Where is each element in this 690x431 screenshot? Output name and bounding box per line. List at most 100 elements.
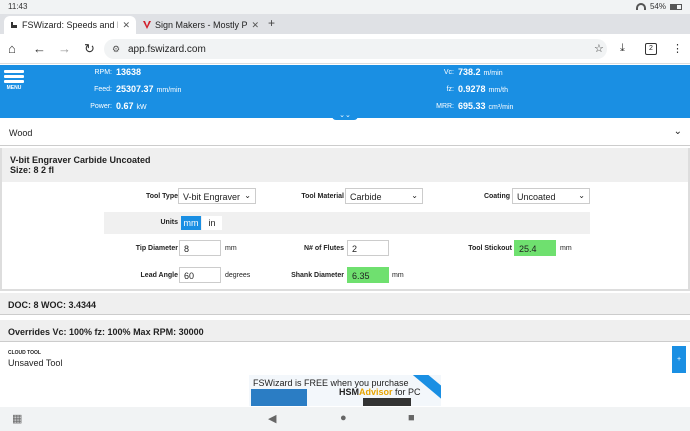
- tool-material-select[interactable]: Carbide ⌄: [345, 188, 423, 204]
- lead-angle-unit: degrees: [225, 272, 251, 279]
- power-label: Power:: [90, 103, 112, 110]
- vc-unit: m/min: [483, 70, 503, 77]
- feed-label: Feed:: [94, 86, 112, 93]
- promo-screenshot: [363, 398, 411, 406]
- fswizard-favicon-icon: [11, 22, 17, 28]
- material-value: Wood: [9, 128, 33, 138]
- tab-sign-makers[interactable]: Sign Makers - Mostly Printed ✕: [137, 16, 265, 34]
- tool-title: V-bit Engraver Carbide Uncoated: [10, 155, 151, 165]
- menu-button[interactable]: MENU: [4, 70, 24, 91]
- feed-unit: mm/min: [156, 87, 182, 94]
- browser-toolbar: ⌂ ← → ↻ ⚙ app.fswizard.com ☆ ⤓ 2 ⋮: [0, 34, 690, 64]
- shank-diameter-label: Shank Diameter: [291, 272, 344, 279]
- stickout-label: Tool Stickout: [468, 245, 512, 252]
- promo-brand-a: HSM: [339, 387, 359, 397]
- tab-close-icon[interactable]: ✕: [251, 20, 259, 31]
- tab-switcher-button[interactable]: 2: [645, 43, 657, 55]
- lead-angle-label: Lead Angle: [140, 272, 178, 279]
- menu-label: MENU: [6, 85, 22, 91]
- tool-size: Size: 8 2 fl: [10, 165, 55, 175]
- hamburger-icon-bar: [4, 80, 24, 83]
- stickout-input[interactable]: 25.4: [514, 240, 556, 256]
- tab-fswizard[interactable]: FSWizard: Speeds and Feeds ✕: [4, 16, 136, 34]
- clock: 11:43: [8, 2, 28, 11]
- stickout-unit: mm: [560, 245, 572, 252]
- overrides-panel[interactable]: Overrides Vc: 100% fz: 100% Max RPM: 300…: [0, 320, 690, 342]
- nav-recents-icon[interactable]: ■: [408, 412, 415, 424]
- tip-diameter-label: Tip Diameter: [135, 245, 178, 252]
- lead-angle-input[interactable]: 60: [179, 267, 221, 283]
- reload-icon[interactable]: ↻: [84, 41, 95, 57]
- battery-icon: [670, 3, 682, 10]
- tip-diameter-unit: mm: [225, 245, 237, 252]
- cloud-tool-value: Unsaved Tool: [8, 358, 63, 368]
- tool-type-select[interactable]: V-bit Engraver ⌄: [178, 188, 256, 204]
- flutes-label: N# of Flutes: [303, 245, 344, 252]
- material-select[interactable]: Wood ⌄: [0, 120, 690, 146]
- promo-screenshot: [251, 389, 307, 406]
- expand-header-button[interactable]: ⌄⌄: [332, 112, 358, 120]
- feed-value: 25307.37 mm/min: [116, 84, 181, 94]
- fz-number: 0.9278: [458, 84, 486, 94]
- promo-banner[interactable]: FSWizard is FREE when you purchase HSMAd…: [249, 375, 441, 406]
- nav-back-icon[interactable]: ◀: [268, 412, 276, 425]
- vc-value: 738.2 m/min: [458, 67, 503, 77]
- home-icon[interactable]: ⌂: [8, 41, 16, 56]
- promo-brand: HSMAdvisor for PC: [339, 387, 421, 397]
- mrr-label: MRR:: [436, 103, 454, 110]
- wifi-icon: [635, 3, 646, 10]
- mrr-unit: cm³/min: [488, 104, 514, 111]
- tab-close-icon[interactable]: ✕: [122, 20, 130, 31]
- units-label: Units: [160, 219, 179, 226]
- hamburger-icon: [4, 70, 24, 73]
- system-nav-bar: ▦ ◀ ● ■: [0, 407, 690, 431]
- feed-number: 25307.37: [116, 84, 154, 94]
- fz-unit: mm/th: [488, 87, 508, 94]
- back-icon[interactable]: ←: [33, 41, 46, 56]
- rpm-label: RPM:: [94, 69, 113, 76]
- new-tab-icon[interactable]: +: [268, 16, 275, 30]
- site-settings-icon[interactable]: ⚙: [112, 44, 120, 55]
- cloud-tool-button[interactable]: +: [672, 346, 686, 373]
- chevron-down-icon: ⌄: [673, 126, 682, 137]
- coating-select[interactable]: Uncoated ⌄: [512, 188, 590, 204]
- nav-home-icon[interactable]: ●: [340, 412, 347, 424]
- tip-diameter-input[interactable]: 8: [179, 240, 221, 256]
- cloud-tool-field[interactable]: CLOUD TOOL Unsaved Tool +: [0, 346, 690, 373]
- tool-material-value: Carbide: [350, 192, 382, 202]
- status-icons: 54%: [635, 2, 682, 11]
- tab-title: FSWizard: Speeds and Feeds: [22, 20, 118, 30]
- flutes-input[interactable]: 2: [347, 240, 389, 256]
- mrr-number: 695.33: [458, 101, 486, 111]
- forward-icon[interactable]: →: [58, 41, 71, 56]
- vc-number: 738.2: [458, 67, 481, 77]
- doc-woc-panel[interactable]: DOC: 8 WOC: 3.4344: [0, 293, 690, 315]
- address-bar[interactable]: ⚙ app.fswizard.com: [104, 39, 607, 59]
- url-text: app.fswizard.com: [128, 43, 206, 55]
- battery-percent: 54%: [649, 2, 666, 11]
- rpm-value: 13638: [116, 67, 141, 77]
- cloud-tool-label: CLOUD TOOL: [8, 350, 41, 356]
- vc-label: Vc:: [443, 69, 454, 76]
- more-menu-icon[interactable]: ⋮: [672, 42, 683, 55]
- bookmark-star-icon[interactable]: ☆: [594, 42, 604, 55]
- shank-diameter-unit: mm: [392, 272, 404, 279]
- promo-brand-c: for PC: [392, 387, 421, 397]
- coating-value: Uncoated: [517, 192, 556, 202]
- power-number: 0.67: [116, 101, 134, 111]
- plus-icon: +: [676, 356, 682, 363]
- chevron-double-down-icon: ⌄⌄: [339, 112, 351, 119]
- mrr-value: 695.33 cm³/min: [458, 101, 513, 111]
- power-value: 0.67 kW: [116, 101, 147, 111]
- results-header: MENU RPM: 13638 Feed: 25307.37 mm/min Pow…: [0, 65, 690, 118]
- shank-diameter-input[interactable]: 6.35: [347, 267, 389, 283]
- chevron-down-icon: ⌄: [411, 191, 418, 200]
- unit-in-button[interactable]: in: [202, 216, 222, 230]
- apps-icon[interactable]: ▦: [12, 412, 22, 425]
- download-icon[interactable]: ⤓: [620, 42, 625, 55]
- tool-summary[interactable]: V-bit Engraver Carbide Uncoated Size: 8 …: [2, 148, 688, 182]
- fz-label: fz:: [446, 86, 454, 93]
- promo-brand-b: Advisor: [359, 387, 393, 397]
- unit-mm-button[interactable]: mm: [181, 216, 201, 230]
- tab-title: Sign Makers - Mostly Printed: [155, 20, 248, 30]
